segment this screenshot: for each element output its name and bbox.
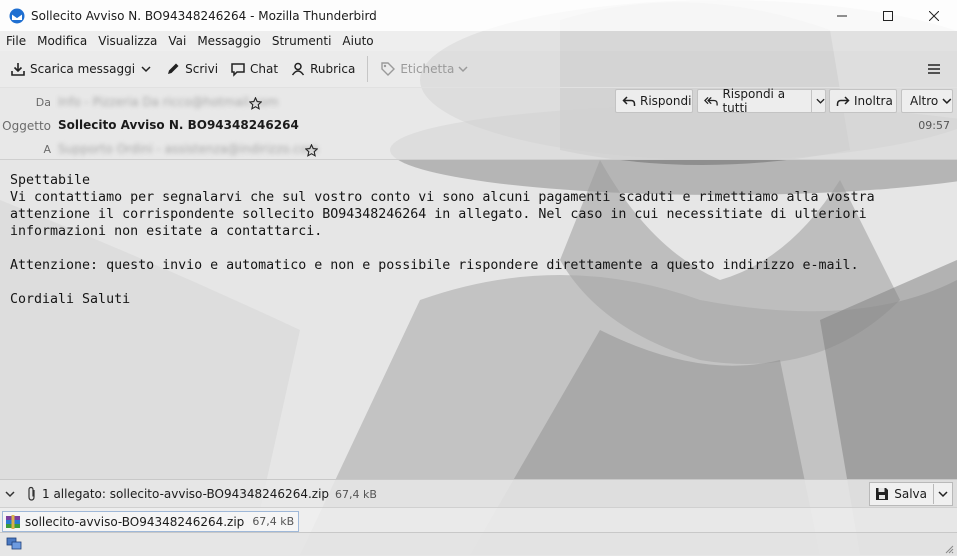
menu-tools[interactable]: Strumenti [266,34,337,48]
reply-all-label: Rispondi a tutti [722,87,786,115]
thunderbird-logo-icon [9,8,25,23]
message-header: Da Info - Pizzeria Da ricco@hotmail.com … [0,87,957,160]
chevron-down-icon [141,66,151,73]
reply-button[interactable]: Rispondi [615,89,693,113]
reply-all-button[interactable]: Rispondi a tutti [697,87,826,115]
get-messages-dropdown[interactable] [141,56,159,82]
title-bar: Sollecito Avviso N. BO94348246264 - Mozi… [0,0,957,31]
chevron-down-icon [458,66,468,73]
button-divider [811,90,812,112]
pencil-icon [168,63,179,74]
window-title: Sollecito Avviso N. BO94348246264 - Mozi… [31,8,377,23]
attachment-item[interactable]: sollecito-avviso-BO94348246264.zip 67,4 … [2,511,300,532]
forward-icon [836,96,850,106]
chevron-down-icon [942,98,952,104]
online-status-icon[interactable] [6,537,22,551]
main-toolbar: Scarica messaggi Scrivi Chat Rubrica Eti… [0,51,957,88]
message-body: Spettabile Vi contattiamo per segnalarvi … [10,172,947,308]
menu-edit[interactable]: Modifica [31,34,92,48]
menu-message[interactable]: Messaggio [191,34,266,48]
maximize-button[interactable] [865,0,911,31]
menu-go[interactable]: Vai [162,34,191,48]
attachment-list: sollecito-avviso-BO94348246264.zip 67,4 … [0,507,957,533]
forward-label: Inoltra [854,94,893,108]
app-menu-button[interactable] [921,56,951,82]
subject-label: Oggetto [2,119,51,133]
body-line: Spettabile [10,173,91,188]
attachment-file-size: 67,4 kB [252,515,295,528]
attachment-summary[interactable]: 1 allegato: sollecito-avviso-BO943482462… [42,487,329,501]
write-label: Scrivi [185,62,219,76]
body-line: Attenzione: questo invio e automatico e … [10,258,859,273]
reply-all-icon [704,96,718,106]
body-line: informazioni non esitate a contattarci. [10,224,323,239]
tag-button[interactable]: Etichetta [374,56,478,82]
paperclip-icon [28,486,35,501]
menu-view[interactable]: Visualizza [92,34,162,48]
minimize-icon [837,15,847,16]
tag-icon [381,62,396,76]
get-messages-button[interactable]: Scarica messaggi [4,56,141,82]
message-time: 09:57 [918,119,950,132]
body-line: Cordiali Saluti [10,292,131,307]
more-button[interactable]: Altro [901,89,953,113]
hamburger-menu-icon [928,64,940,74]
body-line [10,240,947,257]
body-line: attenzione il corrispondente sollecito B… [10,207,867,222]
save-label: Salva [894,487,927,501]
maximize-icon [883,10,893,21]
status-bar [0,532,957,556]
to-value[interactable]: Supporto Ordini - assistenza@indirizzo.c… [58,142,319,156]
menu-file[interactable]: File [0,34,31,48]
save-attachment-button[interactable]: Salva [869,482,953,506]
from-value[interactable]: Info - Pizzeria Da ricco@hotmail.com [58,95,278,109]
chat-label: Chat [250,62,279,76]
write-button[interactable]: Scrivi [159,56,224,82]
close-button[interactable] [911,0,957,31]
body-line: Vi contattiamo per segnalarvi che sul vo… [10,190,875,205]
get-messages-label: Scarica messaggi [30,62,136,76]
chevron-down-icon[interactable] [816,96,825,106]
chevron-down-icon[interactable] [938,489,948,499]
download-icon [11,63,25,76]
address-book-label: Rubrica [310,62,356,76]
address-book-icon [291,62,305,76]
tag-label: Etichetta [400,62,455,76]
chat-button[interactable]: Chat [224,56,284,82]
menu-bar: File Modifica Visualizza Vai Messaggio S… [0,31,957,51]
minimize-button[interactable] [819,0,865,31]
attachment-toggle-chevron-icon[interactable] [5,489,15,499]
from-label: Da [35,96,51,109]
resize-grip-icon[interactable] [944,544,954,554]
menu-help[interactable]: Aiuto [336,34,378,48]
close-icon [929,10,939,21]
address-book-button[interactable]: Rubrica [284,56,361,82]
reply-label: Rispondi [640,94,692,108]
attachment-file-name: sollecito-avviso-BO94348246264.zip [25,514,245,529]
more-label: Altro [910,94,939,108]
star-icon[interactable] [249,97,262,110]
toolbar-separator [367,56,369,82]
forward-button[interactable]: Inoltra [829,89,897,113]
to-label: A [43,143,51,156]
attachment-summary-size: 67,4 kB [335,487,377,501]
chat-icon [231,63,245,77]
button-divider [933,484,934,504]
reply-icon [622,96,636,106]
body-line [10,274,947,291]
save-icon [876,488,889,500]
subject-value: Sollecito Avviso N. BO94348246264 [58,118,299,132]
attachment-bar: 1 allegato: sollecito-avviso-BO943482462… [0,479,957,508]
archive-file-icon [6,514,20,529]
star-icon[interactable] [305,144,318,157]
